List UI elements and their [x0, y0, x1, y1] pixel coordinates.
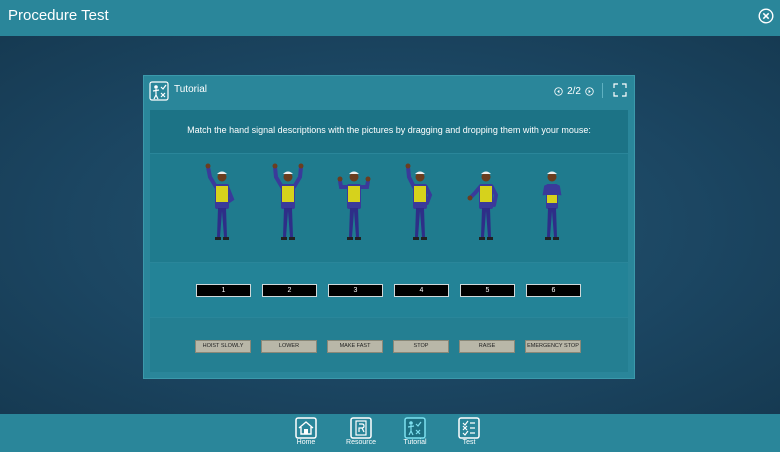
label-raise[interactable]: RAISE [459, 340, 515, 353]
drop-slot-4[interactable]: 4 [394, 284, 449, 297]
draggable-labels-row: HOIST SLOWLY LOWER MAKE FAST STOP RAISE … [150, 318, 628, 372]
dialog-title: Tutorial [174, 84, 207, 95]
instruction-text: Match the hand signal descriptions with … [187, 125, 591, 135]
nav-test-label: Test [462, 439, 476, 446]
hand-signal-figure-2 [272, 163, 304, 240]
drop-slot-3[interactable]: 3 [328, 284, 383, 297]
label-emergency-stop[interactable]: EMERGENCY STOP [525, 340, 581, 353]
hand-signal-figure-4 [405, 163, 433, 240]
hand-signal-figure-6 [542, 171, 562, 240]
tutorial-dialog: Tutorial 2/2 Match the hand signal descr… [143, 75, 635, 379]
close-icon[interactable] [758, 8, 774, 24]
page-navigator: 2/2 [554, 84, 594, 98]
home-icon [295, 417, 317, 439]
bottom-navigation: Home Resource Tutorial Test [0, 414, 780, 452]
title-bar: Procedure Test [0, 0, 780, 36]
tutorial-nav-icon [404, 417, 426, 439]
app-title: Procedure Test [8, 7, 109, 24]
dialog-header: Tutorial 2/2 [144, 76, 634, 104]
previous-page-icon[interactable] [554, 86, 563, 96]
nav-resource-label: Resource [346, 439, 376, 446]
nav-test[interactable]: Test [444, 417, 494, 451]
header-divider [602, 83, 603, 98]
drop-slot-2[interactable]: 2 [262, 284, 317, 297]
nav-home[interactable]: Home [281, 417, 331, 451]
hand-signal-figure-1 [205, 163, 235, 240]
hand-signal-figure-3 [337, 171, 371, 240]
nav-home-label: Home [296, 439, 316, 446]
drop-slot-1[interactable]: 1 [196, 284, 251, 297]
drop-slot-row: 1 2 3 4 5 6 [150, 263, 628, 317]
hand-signal-figures [150, 154, 628, 262]
tutorial-icon [149, 81, 169, 101]
fullscreen-icon[interactable] [613, 83, 627, 97]
page-indicator: 2/2 [567, 85, 581, 97]
drop-slot-5[interactable]: 5 [460, 284, 515, 297]
instruction-panel: Match the hand signal descriptions with … [150, 110, 628, 153]
label-lower[interactable]: LOWER [261, 340, 317, 353]
next-page-icon[interactable] [585, 86, 594, 96]
label-make-fast[interactable]: MAKE FAST [327, 340, 383, 353]
drop-slot-6[interactable]: 6 [526, 284, 581, 297]
label-hoist-slowly[interactable]: HOIST SLOWLY [195, 340, 251, 353]
hand-signal-figure-5 [467, 171, 499, 240]
nav-resource[interactable]: Resource [336, 417, 386, 451]
nav-tutorial[interactable]: Tutorial [390, 417, 440, 451]
nav-tutorial-label: Tutorial [403, 439, 427, 446]
resource-icon [350, 417, 372, 439]
label-stop[interactable]: STOP [393, 340, 449, 353]
test-icon [458, 417, 480, 439]
